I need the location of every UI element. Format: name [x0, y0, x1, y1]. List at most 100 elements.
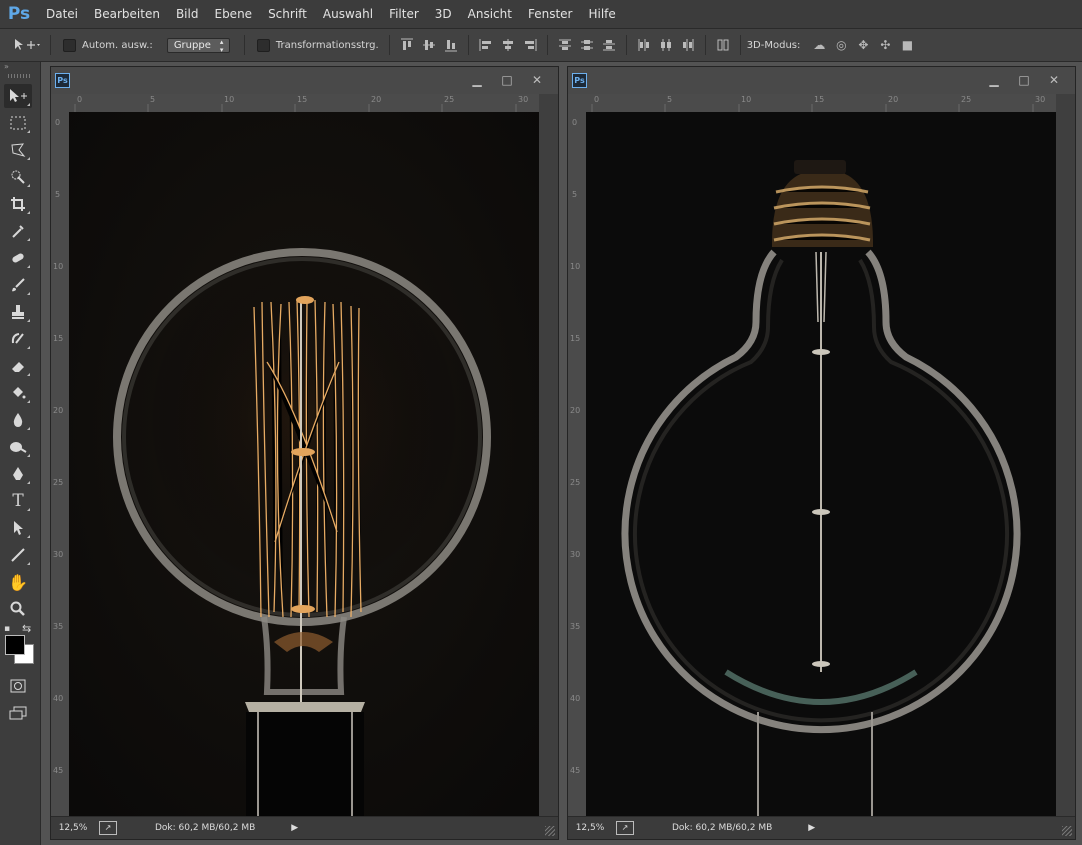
vertical-ruler[interactable]: 0 5 10 15 20 25 30 35 40 45: [51, 112, 70, 816]
align-bottom-icon[interactable]: [440, 34, 462, 56]
brush-tool-icon[interactable]: [4, 273, 32, 297]
3d-pan-icon[interactable]: ✥: [852, 34, 874, 56]
auto-select-dropdown[interactable]: Gruppe: [166, 37, 230, 54]
ps-doc-icon: Ps: [55, 73, 70, 88]
close-button[interactable]: ✕: [522, 71, 552, 89]
3d-mode-label: 3D-Modus:: [746, 39, 801, 51]
maximize-button[interactable]: □: [492, 71, 522, 89]
history-brush-icon[interactable]: [4, 327, 32, 351]
horizontal-ruler[interactable]: 0 5 10 15 20 25 30: [69, 94, 539, 113]
minimize-button[interactable]: ▁: [979, 71, 1009, 89]
app-logo: Ps: [7, 4, 31, 24]
ruler-label: 15: [297, 95, 308, 104]
move-tool-icon[interactable]: [4, 84, 32, 108]
distribute-top-icon[interactable]: [554, 34, 576, 56]
ruler-label: 35: [570, 622, 581, 631]
lasso-tool-icon[interactable]: [4, 138, 32, 162]
eraser-tool-icon[interactable]: [4, 354, 32, 378]
share-icon[interactable]: ↗: [99, 821, 117, 835]
document-canvas-2[interactable]: [586, 112, 1056, 816]
menu-datei[interactable]: Datei: [38, 0, 86, 28]
resize-grip[interactable]: [545, 826, 555, 836]
clone-stamp-icon[interactable]: [4, 300, 32, 324]
maximize-button[interactable]: □: [1009, 71, 1039, 89]
menu-hilfe[interactable]: Hilfe: [580, 0, 623, 28]
document-window-2[interactable]: Ps ▁ □ ✕ 0 5 10 15 20 25 30 0 5 10 15 20…: [567, 66, 1076, 840]
zoom-level[interactable]: 12,5%: [51, 823, 95, 833]
align-left-icon[interactable]: [475, 34, 497, 56]
minimize-button[interactable]: ▁: [462, 71, 492, 89]
auto-align-layers-icon[interactable]: [712, 34, 734, 56]
ruler-origin[interactable]: [51, 94, 69, 112]
menu-bearbeiten[interactable]: Bearbeiten: [86, 0, 168, 28]
horizontal-ruler[interactable]: 0 5 10 15 20 25 30: [586, 94, 1056, 113]
vertical-scrollbar[interactable]: [1059, 112, 1075, 816]
ruler-label: 20: [53, 406, 64, 415]
blur-tool-icon[interactable]: [4, 408, 32, 432]
menu-3d[interactable]: 3D: [427, 0, 460, 28]
hand-tool-icon[interactable]: ✋: [4, 570, 32, 594]
auto-select-checkbox[interactable]: [63, 38, 76, 52]
tools-panel-grip[interactable]: [8, 74, 32, 78]
document-titlebar-2[interactable]: Ps ▁ □ ✕: [568, 67, 1075, 94]
distribute-left-icon[interactable]: [633, 34, 655, 56]
line-tool-icon[interactable]: [4, 543, 32, 567]
ruler-label: 25: [570, 478, 581, 487]
paint-bucket-icon[interactable]: [4, 381, 32, 405]
menu-filter[interactable]: Filter: [381, 0, 427, 28]
zoom-tool-icon[interactable]: [4, 597, 32, 621]
menu-fenster[interactable]: Fenster: [520, 0, 581, 28]
align-top-icon[interactable]: [396, 34, 418, 56]
menu-schrift[interactable]: Schrift: [260, 0, 315, 28]
default-colors-icon[interactable]: ▪: [4, 624, 10, 634]
ruler-origin[interactable]: [568, 94, 586, 112]
move-tool-preset-icon[interactable]: [10, 34, 44, 56]
ruler-label: 0: [77, 95, 83, 104]
transform-controls-checkbox[interactable]: [256, 38, 270, 52]
zoom-level[interactable]: 12,5%: [568, 823, 612, 833]
dodge-tool-icon[interactable]: [4, 435, 32, 459]
menu-bild[interactable]: Bild: [168, 0, 207, 28]
crop-tool-icon[interactable]: [4, 192, 32, 216]
align-hcenter-icon[interactable]: [497, 34, 519, 56]
distribute-right-icon[interactable]: [677, 34, 699, 56]
document-canvas-1[interactable]: [69, 112, 539, 816]
distribute-bottom-icon[interactable]: [598, 34, 620, 56]
align-vcenter-icon[interactable]: [418, 34, 440, 56]
ruler-label: 15: [570, 334, 581, 343]
pen-tool-icon[interactable]: [4, 462, 32, 486]
menu-ansicht[interactable]: Ansicht: [460, 0, 520, 28]
quick-select-icon[interactable]: [4, 165, 32, 189]
quick-mask-icon[interactable]: [4, 674, 32, 698]
align-right-icon[interactable]: [519, 34, 541, 56]
status-menu-arrow-icon[interactable]: ▶: [808, 823, 815, 833]
document-titlebar-1[interactable]: Ps ▁ □ ✕: [51, 67, 558, 94]
path-select-icon[interactable]: [4, 516, 32, 540]
options-bar: Autom. ausw.: Gruppe Transformationsstrg…: [0, 29, 1082, 62]
healing-brush-icon[interactable]: [4, 246, 32, 270]
document-window-1[interactable]: Ps ▁ □ ✕ 0 5 10 15 20 25 30 0 5 10 15 20…: [50, 66, 559, 840]
3d-rotate-icon[interactable]: ☁: [808, 34, 830, 56]
vertical-scrollbar[interactable]: [542, 112, 558, 816]
distribute-vcenter-icon[interactable]: [576, 34, 598, 56]
swap-colors-icon[interactable]: ⇆: [22, 622, 31, 635]
marquee-tool-icon[interactable]: [4, 111, 32, 135]
screen-mode-icon[interactable]: [4, 701, 32, 725]
3d-slide-icon[interactable]: ✣: [874, 34, 896, 56]
ruler-label: 25: [444, 95, 455, 104]
3d-scale-icon[interactable]: ■: [896, 34, 918, 56]
ruler-label: 40: [53, 694, 64, 703]
menu-auswahl[interactable]: Auswahl: [315, 0, 381, 28]
3d-roll-icon[interactable]: ◎: [830, 34, 852, 56]
vertical-ruler[interactable]: 0 5 10 15 20 25 30 35 40 45: [568, 112, 587, 816]
tools-collapse-button[interactable]: »: [0, 62, 40, 72]
menu-ebene[interactable]: Ebene: [206, 0, 260, 28]
close-button[interactable]: ✕: [1039, 71, 1069, 89]
resize-grip[interactable]: [1062, 826, 1072, 836]
type-tool-icon[interactable]: T: [4, 489, 32, 513]
distribute-hcenter-icon[interactable]: [655, 34, 677, 56]
status-menu-arrow-icon[interactable]: ▶: [291, 823, 298, 833]
foreground-color-swatch[interactable]: [5, 635, 25, 655]
eyedropper-icon[interactable]: [4, 219, 32, 243]
share-icon[interactable]: ↗: [616, 821, 634, 835]
